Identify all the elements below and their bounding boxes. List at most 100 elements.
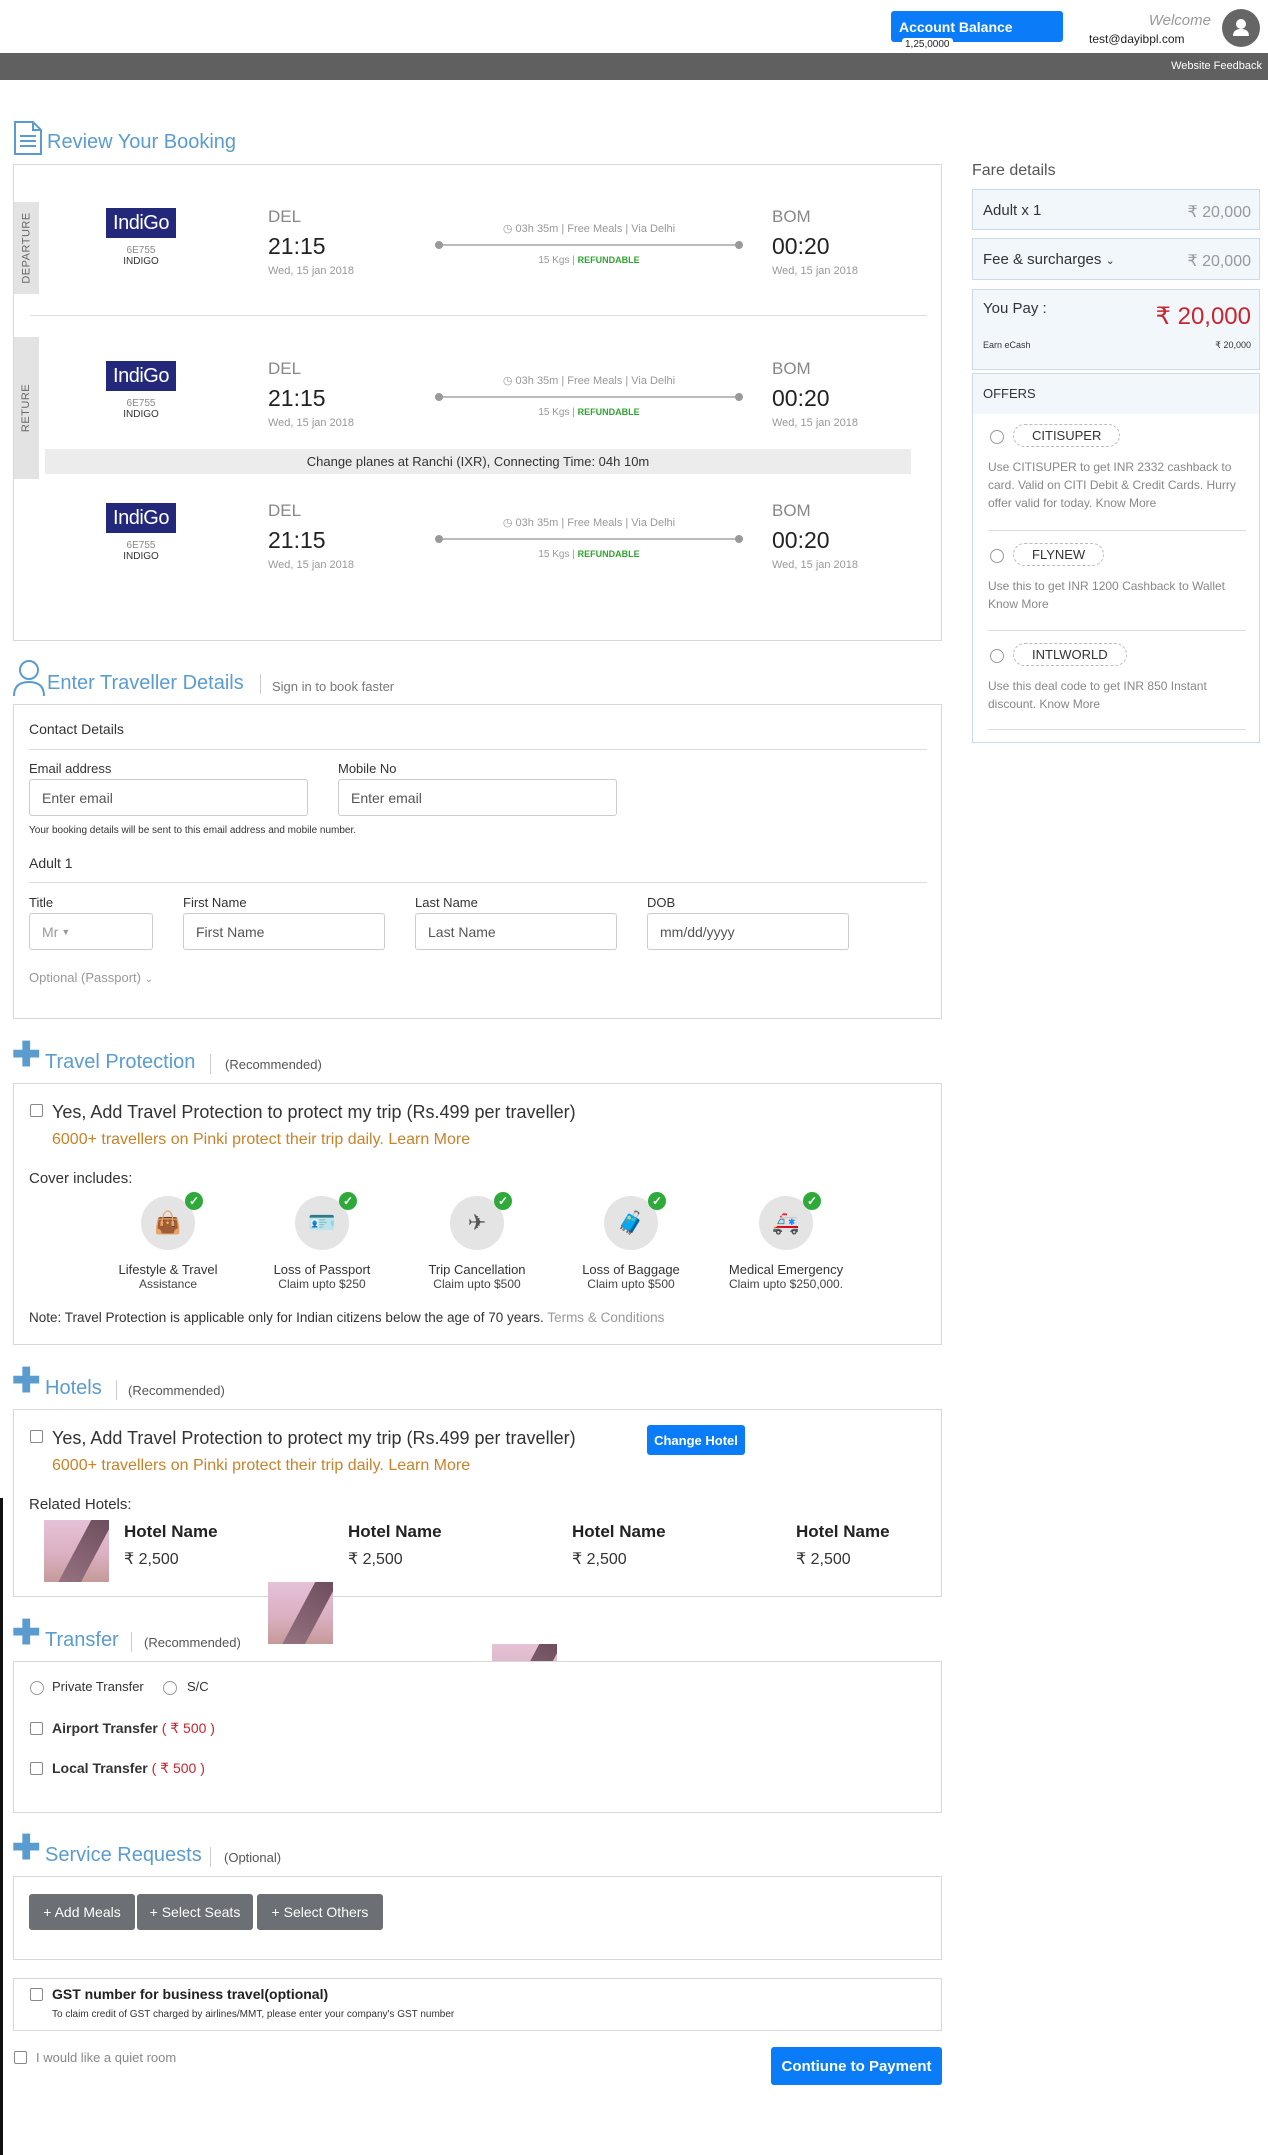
change-hotel-button[interactable]: Change Hotel	[647, 1425, 745, 1455]
refundable-badge: REFUNDABLE	[577, 255, 640, 265]
departure-time: 21:15	[268, 385, 326, 411]
destination-airport: BOM	[772, 501, 811, 520]
local-transfer-label: Local Transfer ( ₹ 500 )	[52, 1760, 205, 1776]
cover-item: 🪪 ✓ Loss of Passport Claim upto $250	[273, 1192, 371, 1291]
hotel-checkbox[interactable]	[30, 1430, 43, 1443]
dob-field[interactable]: mm/dd/yyyy	[647, 913, 849, 950]
hotel-name[interactable]: Hotel Name	[124, 1522, 218, 1542]
airport-transfer-label: Airport Transfer ( ₹ 500 )	[52, 1720, 215, 1736]
lifestyle-icon: 👜 ✓	[141, 1192, 203, 1250]
website-feedback-link[interactable]: Website Feedback	[1171, 60, 1262, 72]
cover-item: 🚑 ✓ Medical Emergency Claim upto $250,000…	[728, 1192, 844, 1291]
select-others-button[interactable]: + Select Others	[257, 1894, 383, 1930]
account-balance-button[interactable]: Account Balance 1,25,0000	[891, 11, 1063, 51]
ambulance-icon: 🚑 ✓	[759, 1192, 821, 1250]
protection-checkbox[interactable]	[30, 1104, 43, 1117]
check-icon: ✓	[185, 1192, 203, 1210]
caret-down-icon: ▼	[61, 926, 71, 937]
first-name-label: First Name	[183, 895, 247, 910]
hotel-promo[interactable]: 6000+ travellers on Pinki protect their …	[52, 1457, 470, 1475]
divider	[988, 729, 1246, 730]
return-tab: RETURE	[14, 337, 39, 479]
sc-label: S/C	[187, 1679, 209, 1694]
cover-item: 🧳 ✓ Loss of Baggage Claim upto $500	[582, 1192, 680, 1291]
private-transfer-label: Private Transfer	[52, 1679, 144, 1694]
protection-promo[interactable]: 6000+ travellers on Pinki protect their …	[52, 1131, 470, 1149]
recommended-tag: (Recommended)	[144, 1635, 241, 1650]
airline-name: INDIGO	[123, 256, 159, 267]
hotel-price: ₹ 2,500	[348, 1551, 403, 1568]
offer-description: Use this deal code to get INR 850 Instan…	[988, 679, 1207, 711]
airline-logo: IndiGo	[106, 361, 176, 391]
account-balance-badge: 1,25,0000	[902, 38, 953, 51]
chevron-down-icon: ⌄	[1105, 255, 1115, 267]
refundable-badge: REFUNDABLE	[577, 549, 640, 559]
flight-code: 6E755	[126, 398, 156, 409]
mobile-field[interactable]: Enter email	[338, 779, 617, 816]
account-balance-label: Account Balance	[899, 19, 1013, 35]
you-pay-row: You Pay : ₹ 20,000 Earn eCash ₹ 20,000	[972, 289, 1260, 370]
signin-link[interactable]: Sign in to book faster	[272, 679, 394, 694]
clock-icon: ◷	[502, 375, 516, 387]
know-more-link[interactable]: Know More	[1096, 496, 1157, 510]
flight-code: 6E755	[126, 540, 156, 551]
user-email: test@dayibpl.com	[1089, 32, 1185, 46]
offer-radio[interactable]	[990, 649, 1004, 663]
person-icon	[12, 658, 46, 701]
baggage-info: 15 Kgs | REFUNDABLE	[538, 549, 640, 560]
quiet-room-checkbox[interactable]	[14, 2051, 27, 2064]
divider	[116, 1380, 117, 1400]
avatar[interactable]	[1222, 9, 1260, 47]
fare-details-title: Fare details	[972, 162, 1056, 179]
hotel-name[interactable]: Hotel Name	[348, 1522, 442, 1542]
select-seats-button[interactable]: + Select Seats	[137, 1894, 253, 1930]
check-icon: ✓	[494, 1192, 512, 1210]
destination-airport: BOM	[772, 359, 811, 378]
fee-surcharges-row[interactable]: Fee & surcharges ⌄ ₹ 20,000	[972, 238, 1260, 280]
divider	[29, 749, 927, 750]
optional-passport-toggle[interactable]: Optional (Passport) ⌄	[29, 970, 153, 985]
origin-airport: DEL	[268, 501, 302, 520]
know-more-link[interactable]: Know More	[988, 597, 1049, 611]
add-meals-button[interactable]: + Add Meals	[29, 1894, 135, 1930]
gst-checkbox[interactable]	[30, 1988, 43, 2001]
destination-airport: BOM	[772, 207, 811, 226]
terms-link[interactable]: Terms & Conditions	[547, 1310, 664, 1325]
local-transfer-checkbox[interactable]	[30, 1762, 43, 1775]
departure-time: 21:15	[268, 233, 326, 259]
hotel-name[interactable]: Hotel Name	[572, 1522, 666, 1542]
flight-row: IndiGo 6E755 INDIGO	[106, 361, 176, 420]
hotel-image[interactable]	[44, 1520, 109, 1582]
arrival-date: Wed, 15 jan 2018	[772, 265, 859, 277]
arrival-time: 00:20	[772, 233, 830, 259]
email-field[interactable]: Enter email	[29, 779, 308, 816]
top-bar	[0, 0, 1268, 53]
gst-label: GST number for business travel(optional)	[52, 1986, 329, 2002]
related-hotels-label: Related Hotels:	[29, 1496, 132, 1513]
hotel-name[interactable]: Hotel Name	[796, 1522, 890, 1542]
adult-heading: Adult 1	[29, 855, 73, 871]
title-label: Title	[29, 895, 54, 910]
airline-logo: IndiGo	[106, 208, 176, 238]
hotel-image[interactable]	[268, 1582, 333, 1644]
offer-radio[interactable]	[990, 430, 1004, 444]
cover-item: 👜 ✓ Lifestyle & Travel Assistance	[118, 1192, 218, 1291]
first-name-field[interactable]: First Name	[183, 913, 385, 950]
continue-to-payment-button[interactable]: Contiune to Payment	[771, 2047, 942, 2085]
last-name-label: Last Name	[415, 895, 478, 910]
plus-icon: ✚	[12, 1829, 41, 1867]
offer-radio[interactable]	[990, 549, 1004, 563]
arrival-time: 00:20	[772, 527, 830, 553]
divider	[988, 530, 1246, 531]
contact-note: Your booking details will be sent to thi…	[29, 825, 357, 836]
private-transfer-radio[interactable]	[30, 1681, 44, 1695]
sc-radio[interactable]	[163, 1681, 177, 1695]
airport-transfer-checkbox[interactable]	[30, 1722, 43, 1735]
plus-icon: ✚	[12, 1036, 41, 1074]
route-line	[435, 393, 743, 401]
know-more-link[interactable]: Know More	[1039, 697, 1100, 711]
hotel-price: ₹ 2,500	[124, 1551, 179, 1568]
title-select[interactable]: Mr ▼	[29, 913, 153, 950]
last-name-field[interactable]: Last Name	[415, 913, 617, 950]
departure-tab: DEPARTURE	[14, 202, 39, 294]
